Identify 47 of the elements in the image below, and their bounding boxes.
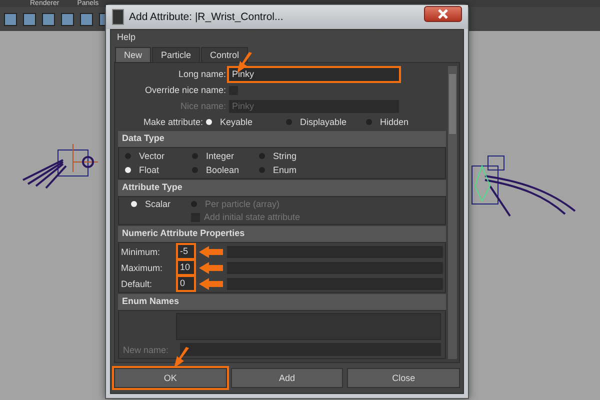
- radio-option[interactable]: Boolean: [192, 165, 240, 175]
- input-field[interactable]: 0: [178, 277, 194, 290]
- field-label: Minimum:: [121, 246, 162, 256]
- toolbar-icon[interactable]: [80, 12, 93, 26]
- section-header: Enum Names: [118, 294, 446, 310]
- tab[interactable]: New: [115, 47, 152, 62]
- dialog-button[interactable]: OK: [114, 368, 227, 388]
- radio-option[interactable]: Hidden: [366, 117, 446, 127]
- toolbar-icon[interactable]: [61, 12, 74, 26]
- field-label: Default:: [121, 278, 154, 288]
- arrow-icon: [199, 278, 223, 290]
- arrow-icon: [199, 262, 223, 274]
- input-field[interactable]: -5: [178, 245, 194, 258]
- dialog-button[interactable]: Add: [230, 368, 344, 388]
- input-field[interactable]: Pinky: [229, 68, 399, 80]
- tab[interactable]: Control: [201, 47, 248, 62]
- input-field[interactable]: 10: [178, 261, 194, 274]
- menu-item[interactable]: Help: [117, 32, 136, 42]
- section-header: Attribute Type: [118, 180, 446, 196]
- radio-option[interactable]: Integer: [192, 151, 234, 161]
- radio-option[interactable]: Displayable: [286, 117, 366, 127]
- app-icon: [112, 9, 124, 25]
- radio-option[interactable]: Vector: [125, 151, 165, 161]
- toolbar-icon[interactable]: [23, 12, 36, 26]
- arrow-icon: [199, 246, 223, 258]
- close-icon: [438, 9, 448, 19]
- window-title: Add Attribute: |R_Wrist_Control...: [129, 11, 284, 23]
- section-header: Data Type: [118, 131, 446, 147]
- radio-option[interactable]: String: [259, 151, 297, 161]
- radio-option[interactable]: Float: [125, 165, 160, 175]
- section-header: Numeric Attribute Properties: [118, 226, 446, 242]
- radio-option[interactable]: Keyable: [206, 117, 286, 127]
- dialog-button[interactable]: Close: [347, 368, 460, 388]
- radio-option[interactable]: Enum: [259, 165, 297, 175]
- tab[interactable]: Particle: [152, 47, 200, 62]
- scrollbar[interactable]: [448, 66, 457, 359]
- field-label: Make attribute:: [142, 117, 204, 127]
- field-label: Maximum:: [121, 262, 164, 272]
- field-label: Override nice name:: [144, 85, 227, 95]
- toolbar-icon[interactable]: [42, 12, 55, 26]
- field-label: New name:: [123, 344, 170, 354]
- field-label: Nice name:: [179, 101, 227, 111]
- radio-option[interactable]: Scalar: [131, 199, 191, 209]
- arrow-icon: [173, 347, 191, 369]
- field-label: Long name:: [177, 69, 227, 79]
- toolbar-icon[interactable]: [4, 12, 17, 26]
- close-button[interactable]: [424, 6, 462, 22]
